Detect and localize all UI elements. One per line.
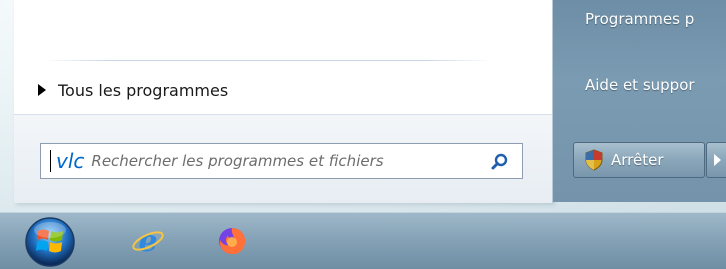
svg-text:e: e <box>138 224 157 259</box>
search-icon[interactable] <box>490 152 510 172</box>
shutdown-button[interactable]: Arrêter <box>573 142 705 178</box>
right-pane-item-help[interactable]: Aide et suppor <box>585 76 695 94</box>
search-value[interactable]: vlc <box>56 149 84 173</box>
search-placeholder: Rechercher les programmes et fichiers <box>91 152 384 170</box>
all-programs-label: Tous les programmes <box>58 80 229 100</box>
right-pane-item-programs[interactable]: Programmes p <box>585 10 694 28</box>
windows-start-orb-icon[interactable] <box>22 215 78 269</box>
arrow-right-icon <box>38 84 46 96</box>
all-programs-button[interactable]: Tous les programmes <box>22 72 522 108</box>
menu-separator <box>42 60 492 61</box>
start-menu-right-pane: Programmes p Aide et suppor Arrêter <box>553 0 726 202</box>
search-input[interactable]: vlc Rechercher les programmes et fichier… <box>40 143 523 179</box>
shutdown-label: Arrêter <box>611 151 664 169</box>
shield-icon <box>585 149 603 171</box>
shutdown-options-button[interactable] <box>706 142 726 178</box>
internet-explorer-icon[interactable]: e <box>130 223 166 259</box>
firefox-icon[interactable] <box>214 223 250 259</box>
text-caret <box>50 150 51 172</box>
taskbar: e <box>0 212 726 269</box>
